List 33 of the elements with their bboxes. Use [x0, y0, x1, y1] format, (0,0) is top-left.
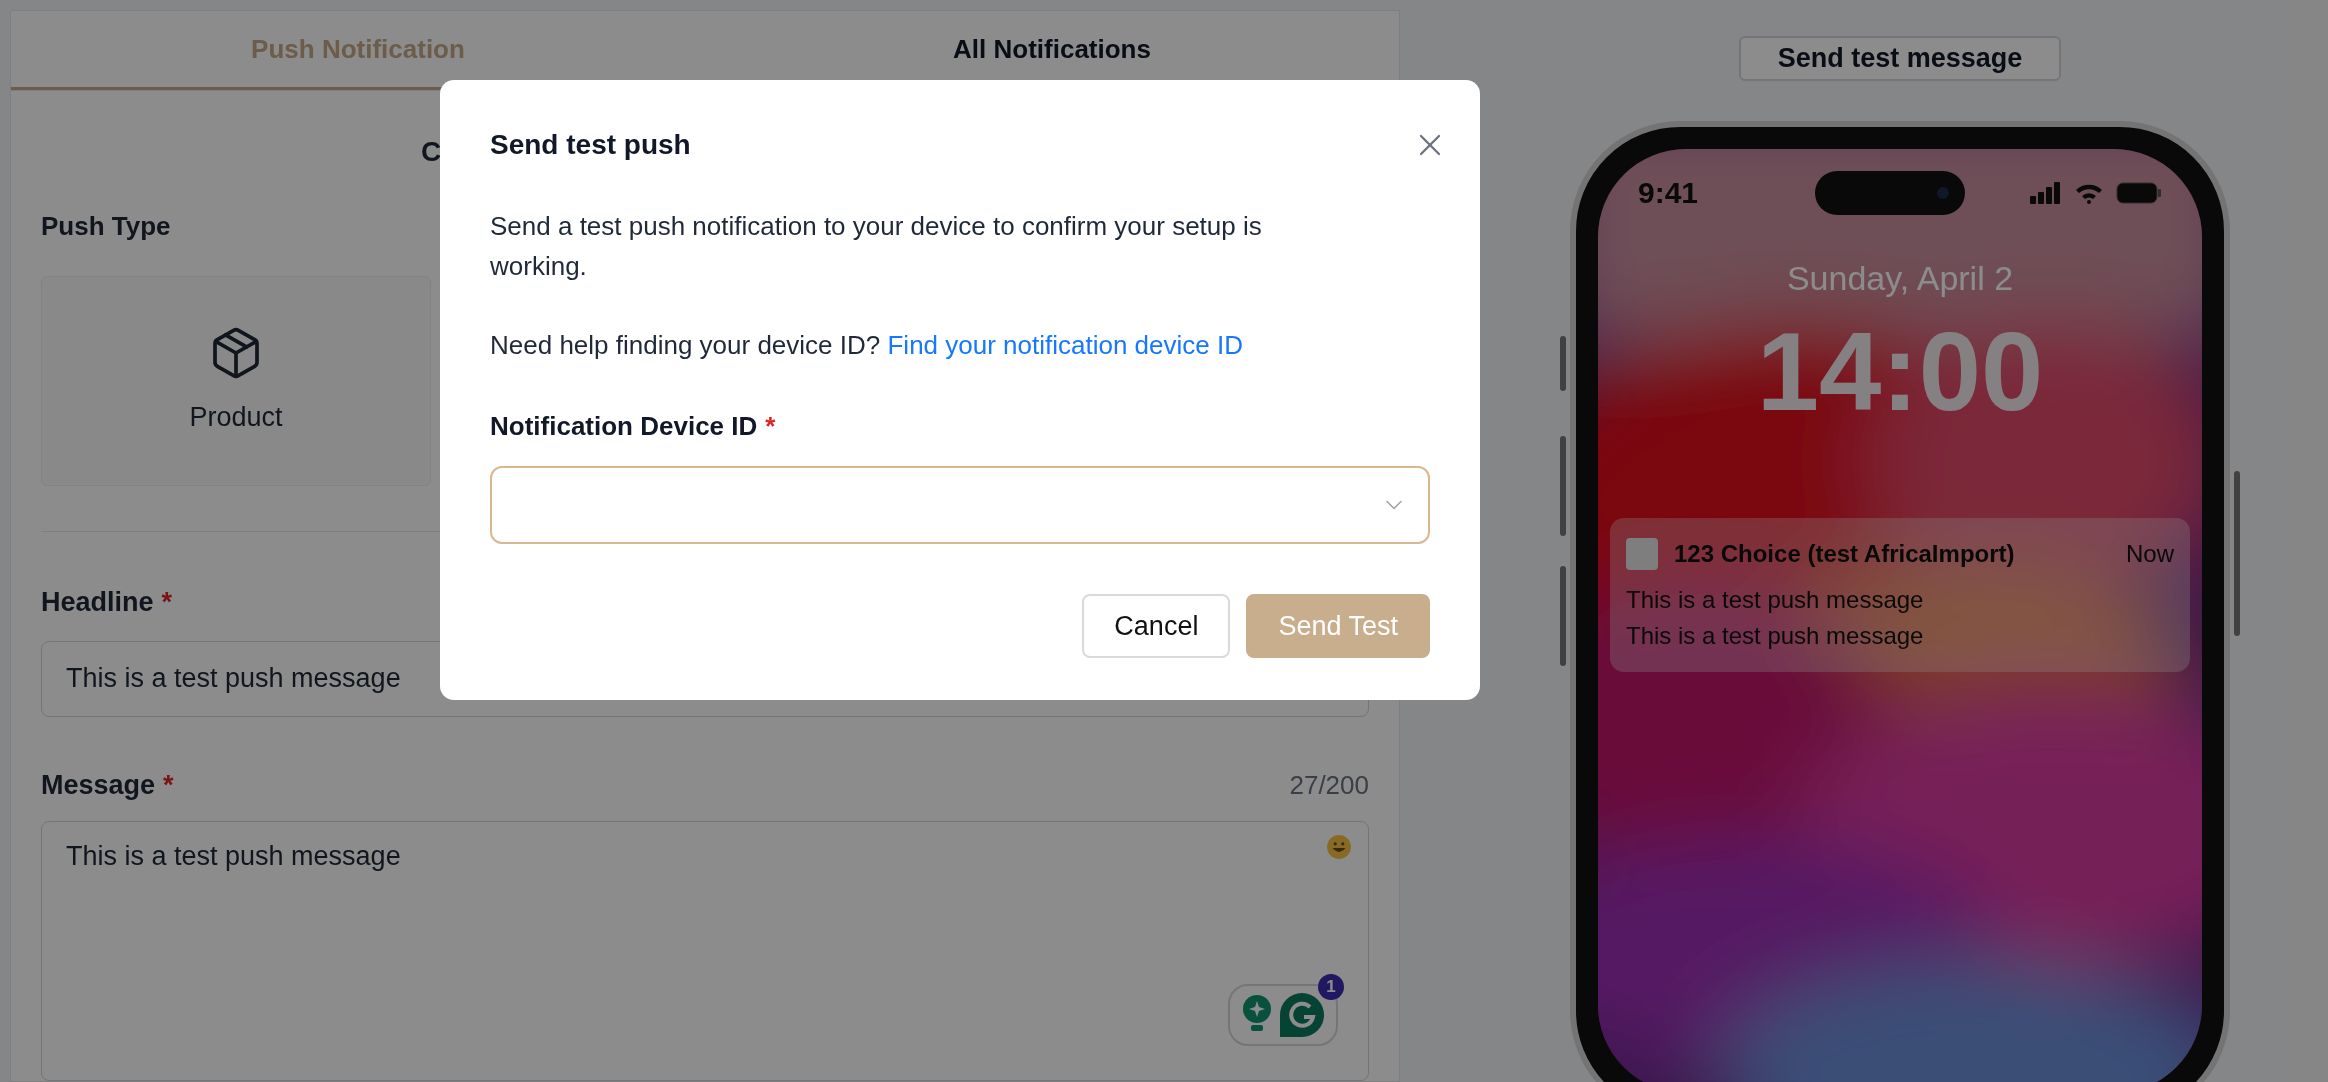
help-text: Need help finding your device ID? Find your notification device ID: [490, 329, 1244, 362]
status-time: 9:41: [1638, 175, 1700, 211]
section-heading: C: [421, 136, 442, 167]
required-asterisk: *: [163, 769, 174, 800]
notification-time: Now: [2126, 538, 2174, 569]
g-logo-icon: [1280, 993, 1324, 1037]
signal-icon: [2030, 181, 2062, 204]
app-name: 123 Choice (test AfricaImport): [1674, 538, 2015, 569]
card-label: Product: [189, 400, 283, 434]
character-counter: 27/200: [1289, 769, 1369, 802]
push-type-card[interactable]: Product: [41, 276, 431, 486]
modal-title: Send test push: [490, 128, 691, 162]
app-icon: [1626, 537, 1658, 570]
emoji-icon[interactable]: [1326, 834, 1352, 860]
send-test-message-button[interactable]: Send test message: [1739, 36, 2061, 81]
field-label: Push Type: [41, 210, 171, 243]
required-asterisk: *: [765, 411, 776, 441]
lock-clock: 14:00: [1756, 315, 2044, 428]
field-value: This is a test push message: [66, 841, 401, 871]
modal-description: Send a test push notification to your device to confirm your setup is working.: [490, 210, 1263, 283]
lock-date: Sunday, April 2: [1786, 257, 2014, 299]
battery-icon: [2116, 181, 2162, 204]
field-label: Headline *: [41, 586, 173, 619]
required-asterisk: *: [161, 587, 173, 617]
help-link[interactable]: Find your notification device ID: [887, 330, 1243, 360]
field-label: Notification Device ID *: [490, 410, 776, 443]
notification-body: This is a test push message: [1626, 620, 1925, 651]
message-field[interactable]: This is a test push message 1: [41, 821, 1369, 1081]
notification-badge: 1: [1318, 974, 1344, 1000]
tab[interactable]: All Notifications: [705, 11, 1399, 90]
notification-title: This is a test push message: [1626, 584, 1925, 615]
cancel-button[interactable]: Cancel: [1082, 594, 1231, 658]
field-label: Message *: [41, 768, 174, 802]
